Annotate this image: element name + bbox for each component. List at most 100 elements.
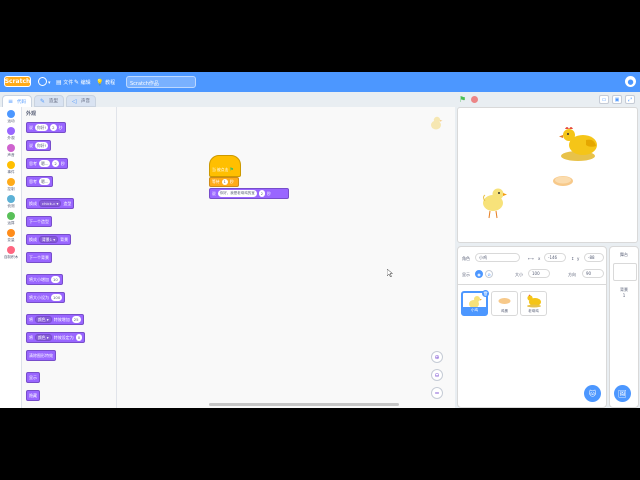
- sprite-thumb-label: 鸡蛋: [501, 309, 508, 313]
- chick-sprite: [483, 188, 507, 219]
- show-visible-icon[interactable]: ◉: [475, 270, 483, 278]
- category-sound[interactable]: 声音: [1, 144, 21, 158]
- block-input[interactable]: 25: [71, 316, 81, 323]
- block-input[interactable]: 2: [52, 160, 59, 167]
- stage-label: 舞台: [620, 252, 628, 257]
- wait-input[interactable]: 1: [221, 179, 228, 185]
- fullscreen-button[interactable]: ⤢: [625, 95, 635, 104]
- category-variables[interactable]: 变量: [1, 229, 21, 243]
- zoom-in-button[interactable]: ⊕: [431, 351, 443, 363]
- sprite-name-input[interactable]: 小鸡: [475, 253, 520, 262]
- menu-tutorials[interactable]: 💡 教程: [96, 79, 115, 86]
- stage-scene: [483, 127, 597, 219]
- tab-code[interactable]: ≡ 代码: [2, 95, 32, 107]
- category-dot: [7, 178, 15, 186]
- say-secs-input[interactable]: 2: [258, 190, 266, 197]
- block-dropdown[interactable]: 颜色 ▾: [35, 316, 52, 323]
- palette-block[interactable]: 思考 嗯... 2 秒: [26, 158, 68, 169]
- zoom-reset-button[interactable]: =: [431, 387, 443, 399]
- sprite-thumb-label: 老母鸡: [528, 309, 539, 313]
- sprite-thumb-chick[interactable]: 小鸡 🗑: [461, 290, 489, 316]
- direction-input[interactable]: 90: [582, 269, 604, 278]
- sprite-info-pane: 角色 小鸡 ⟷ x -146 ↕ y -88 显示 ◉ ⊘ 大小 100 方向 …: [457, 246, 607, 408]
- palette-block[interactable]: 说你好!: [26, 140, 52, 151]
- stage-selector[interactable]: 舞台 背景 1: [609, 246, 639, 408]
- wait-block[interactable]: 等待 1 秒: [209, 177, 239, 187]
- delete-icon[interactable]: 🗑: [482, 290, 489, 297]
- block-input[interactable]: 嗯...: [39, 160, 51, 167]
- menu-file[interactable]: ▤ 文件: [56, 79, 73, 86]
- block-input[interactable]: 0: [75, 334, 83, 341]
- category-my-blocks[interactable]: 自制积木: [1, 246, 21, 260]
- palette-block[interactable]: 显示: [26, 372, 40, 383]
- palette-block[interactable]: 将颜色 ▾ 特效设定为 0: [26, 332, 86, 343]
- editor-tabs: ≡ 代码 ✎ 造型 ◁ 声音: [0, 92, 455, 107]
- sprite-thumb-hen[interactable]: 老母鸡: [520, 291, 547, 316]
- chevron-down-icon: ▾: [48, 80, 51, 86]
- add-backdrop-button[interactable]: 🖼: [614, 385, 631, 402]
- block-label: 思考: [29, 178, 37, 184]
- block-label: 显示: [29, 374, 37, 380]
- palette-block[interactable]: 换成 背景1 ▾ 背景: [26, 234, 72, 245]
- category-sensing[interactable]: 侦测: [1, 195, 21, 209]
- block-dropdown[interactable]: 背景1 ▾: [39, 236, 59, 243]
- y-input[interactable]: -88: [584, 253, 604, 262]
- current-sprite-icon: [431, 116, 443, 130]
- block-input[interactable]: 10: [51, 276, 60, 283]
- category-motion[interactable]: 运动: [1, 110, 21, 124]
- block-label: 说: [29, 142, 33, 148]
- block-label: 换成: [29, 236, 37, 242]
- project-title-input[interactable]: Scratch作品: [126, 76, 196, 88]
- palette-block[interactable]: 思考 嗯...: [26, 176, 54, 187]
- size-input[interactable]: 100: [528, 269, 550, 278]
- category-operators[interactable]: 运算: [1, 212, 21, 226]
- stop-button[interactable]: [471, 96, 478, 103]
- block-input[interactable]: 2: [50, 124, 57, 131]
- palette-block[interactable]: 下一个造型: [26, 216, 52, 227]
- menu-edit[interactable]: ✎ 编辑: [74, 79, 91, 86]
- sprite-thumb-label: 小鸡: [463, 307, 486, 314]
- palette-block[interactable]: 清除图形特效: [26, 350, 56, 361]
- when-flag-clicked-block[interactable]: 当 被点击 ⚑: [209, 155, 241, 177]
- palette-block[interactable]: 将大小设为 100: [26, 292, 66, 303]
- block-input[interactable]: 你好!: [35, 124, 49, 131]
- sprite-thumb-egg[interactable]: 鸡蛋: [491, 291, 518, 316]
- block-input[interactable]: 100: [51, 294, 63, 301]
- small-stage-button[interactable]: ▭: [599, 95, 609, 104]
- scratch-logo[interactable]: Scratch: [4, 76, 31, 87]
- block-dropdown[interactable]: chick-c ▾: [39, 200, 62, 207]
- palette-block[interactable]: 将颜色 ▾ 特效增加 25: [26, 314, 84, 325]
- x-arrow-icon: ⟷: [528, 256, 534, 261]
- stage-canvas[interactable]: [457, 107, 638, 243]
- category-dot: [7, 212, 15, 220]
- block-label: 将: [29, 334, 33, 340]
- block-input[interactable]: 你好!: [35, 142, 49, 149]
- block-palette: 外观 说你好! 2 秒说你好! 思考 嗯... 2 秒思考 嗯... 换成 chick-c ▾ 造型…: [22, 107, 117, 408]
- account-icon[interactable]: ●: [625, 76, 636, 87]
- tab-costumes[interactable]: ✎ 造型: [34, 95, 64, 107]
- x-input[interactable]: -146: [544, 253, 566, 262]
- category-events[interactable]: 事件: [1, 161, 21, 175]
- say-text-input[interactable]: 你好，我是老母鸡的宝: [217, 190, 257, 197]
- say-for-secs-block[interactable]: 说 你好，我是老母鸡的宝 2 秒: [209, 188, 289, 199]
- palette-block[interactable]: 将大小增加 10: [26, 274, 63, 285]
- palette-block[interactable]: 隐藏: [26, 390, 40, 401]
- zoom-out-button[interactable]: ⊖: [431, 369, 443, 381]
- code-workspace[interactable]: 当 被点击 ⚑ 等待 1 秒 说 你好，我是老母鸡的宝 2 秒 ⊕ ⊖ =: [117, 107, 455, 408]
- block-input[interactable]: 嗯...: [39, 178, 51, 185]
- palette-block[interactable]: 下一个背景: [26, 252, 52, 263]
- block-dropdown[interactable]: 颜色 ▾: [35, 334, 52, 341]
- add-sprite-button[interactable]: 🐱: [584, 385, 601, 402]
- category-control[interactable]: 控制: [1, 178, 21, 192]
- workspace-scrollbar[interactable]: [209, 403, 399, 406]
- hide-visible-icon[interactable]: ⊘: [485, 270, 493, 278]
- palette-block[interactable]: 换成 chick-c ▾ 造型: [26, 198, 75, 209]
- category-looks[interactable]: 外观: [1, 127, 21, 141]
- palette-block[interactable]: 说你好! 2 秒: [26, 122, 66, 133]
- globe-icon[interactable]: [38, 77, 47, 86]
- green-flag-button[interactable]: ⚑: [459, 95, 466, 104]
- large-stage-button[interactable]: ▣: [612, 95, 622, 104]
- tab-sounds[interactable]: ◁ 声音: [66, 95, 96, 107]
- block-label: 将大小设为: [29, 294, 49, 300]
- palette-section-title: 外观: [26, 111, 37, 117]
